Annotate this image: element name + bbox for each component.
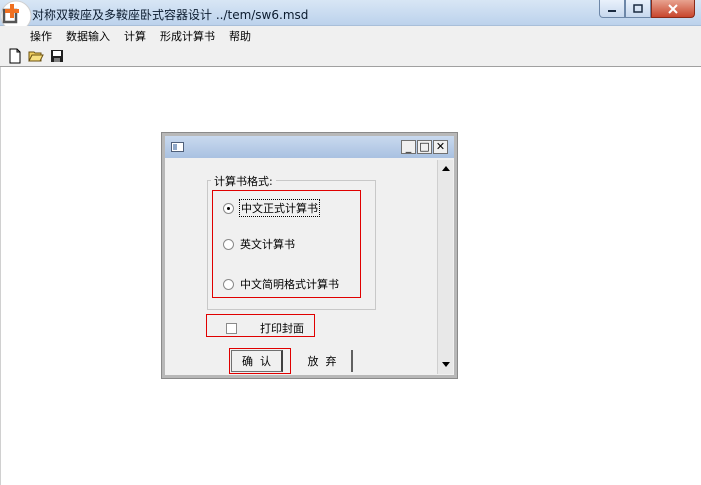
menu-operate[interactable]: 操作: [30, 28, 52, 44]
window-title: 对称双鞍座及多鞍座卧式容器设计 ../tem/sw6.msd: [32, 8, 309, 22]
minimize-button[interactable]: [599, 0, 625, 18]
radio-selected-icon: [223, 202, 234, 214]
new-file-icon: [9, 48, 20, 63]
window-controls: [599, 0, 695, 18]
dialog-maximize-button[interactable]: □: [417, 140, 432, 154]
maximize-icon: [633, 4, 643, 13]
dialog-title-bar[interactable]: _ □ ✕: [165, 136, 454, 158]
radio-unselected-icon: [223, 238, 234, 250]
option-chinese-formal[interactable]: 中文正式计算书: [223, 199, 320, 217]
menu-generate-report[interactable]: 形成计算书: [160, 28, 215, 44]
menu-bar: 操作 数据输入 计算 形成计算书 帮助: [0, 26, 701, 45]
new-file-button[interactable]: [4, 46, 25, 66]
menu-calculate[interactable]: 计算: [124, 28, 146, 44]
option-chinese-formal-label: 中文正式计算书: [239, 199, 320, 217]
report-format-dialog: _ □ ✕ 计算书格式: 中文正式计算书 英文计算书 中文简明格式计算书 打印封…: [161, 132, 458, 379]
scroll-down-button[interactable]: [439, 358, 453, 370]
save-file-button[interactable]: [46, 46, 67, 66]
option-english-label: 英文计算书: [240, 238, 295, 251]
open-folder-icon: [27, 51, 44, 61]
close-icon: [668, 3, 678, 14]
dialog-close-button[interactable]: ✕: [433, 140, 448, 154]
menu-help[interactable]: 帮助: [229, 28, 251, 44]
option-chinese-brief[interactable]: 中文简明格式计算书: [223, 276, 339, 292]
window-menu-icon[interactable]: [171, 142, 184, 152]
print-cover-checkbox-row[interactable]: 打印封面: [226, 320, 304, 336]
open-file-button[interactable]: [25, 46, 46, 66]
cancel-button[interactable]: 放 弃: [293, 350, 353, 372]
option-english[interactable]: 英文计算书: [223, 236, 295, 252]
dialog-controls: _ □ ✕: [401, 140, 448, 154]
dialog-vertical-scrollbar[interactable]: [437, 160, 453, 374]
minimize-icon: [608, 9, 616, 12]
print-cover-checkbox[interactable]: [226, 322, 237, 334]
maximize-button[interactable]: [625, 0, 651, 18]
dialog-minimize-button[interactable]: _: [401, 140, 416, 154]
report-format-label: 计算书格式:: [211, 173, 276, 189]
menu-data-input[interactable]: 数据输入: [66, 28, 110, 44]
option-chinese-brief-label: 中文简明格式计算书: [240, 278, 339, 291]
close-button[interactable]: [651, 0, 695, 18]
scroll-up-button[interactable]: [439, 162, 453, 174]
title-bar[interactable]: 对称双鞍座及多鞍座卧式容器设计 ../tem/sw6.msd: [0, 0, 701, 32]
toolbar: [0, 45, 701, 67]
application-window: 对称双鞍座及多鞍座卧式容器设计 ../tem/sw6.msd 操作 数据输入 计…: [0, 0, 701, 485]
print-cover-label: 打印封面: [260, 322, 304, 335]
triangle-up-icon: [442, 165, 450, 171]
confirm-highlight-frame: [229, 348, 291, 374]
radio-unselected-icon: [223, 278, 234, 290]
triangle-down-icon: [442, 361, 450, 367]
save-disk-icon: [50, 49, 63, 62]
